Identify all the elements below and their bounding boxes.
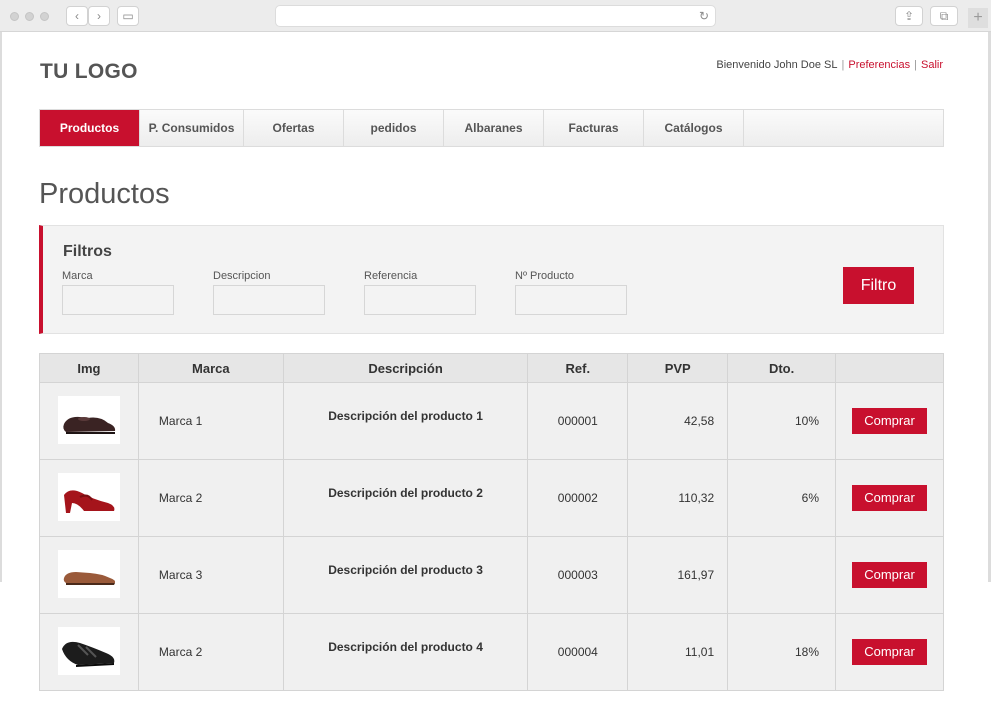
column-header-descripcion: Descripción <box>282 353 529 383</box>
filter-label-numero-producto: Nº Producto <box>515 270 575 282</box>
buy-button[interactable]: Comprar <box>852 408 927 434</box>
brown-oxford-shoe-image <box>63 571 116 585</box>
product-thumbnail-shoe-1[interactable] <box>57 395 120 444</box>
cell-pvp: 42,58 <box>627 382 729 460</box>
cell-ref: 000003 <box>527 536 629 614</box>
buy-button[interactable]: Comprar <box>852 562 927 588</box>
nav-item-p-consumidos[interactable]: P. Consumidos <box>140 110 244 146</box>
cell-ref: 000001 <box>527 382 629 460</box>
column-header-dto: Dto. <box>727 353 837 383</box>
main-nav: Productos P. Consumidos Ofertas pedidos … <box>39 109 944 147</box>
buy-button[interactable]: Comprar <box>852 639 927 665</box>
product-thumbnail-shoe-3[interactable] <box>57 549 120 598</box>
cell-dto: 10% <box>727 382 837 460</box>
nav-item-catalogos[interactable]: Catálogos <box>644 110 744 146</box>
column-header-img: Img <box>39 353 139 383</box>
cell-pvp: 11,01 <box>627 613 729 691</box>
cell-marca: Marca 2 <box>137 459 284 537</box>
preferences-link[interactable]: Preferencias <box>848 59 910 71</box>
column-header-marca: Marca <box>137 353 284 383</box>
cell-marca: Marca 2 <box>137 613 284 691</box>
cell-marca: Marca 3 <box>137 536 284 614</box>
cell-ref: 000004 <box>527 613 629 691</box>
filters-title: Filtros <box>63 243 112 260</box>
filter-input-referencia[interactable] <box>364 285 476 315</box>
logout-link[interactable]: Salir <box>921 59 943 71</box>
table-header-row: Img Marca Descripción Ref. PVP Dto. <box>39 353 944 383</box>
table-row: Marca 1 Descripción del producto 1 00000… <box>39 382 944 460</box>
column-header-ref: Ref. <box>527 353 629 383</box>
user-welcome: Bienvenido John Doe SL | Preferencias | Sali… <box>716 59 943 71</box>
nav-item-productos[interactable]: Productos <box>40 110 140 146</box>
window-close-dot[interactable] <box>10 12 19 21</box>
window-minimize-dot[interactable] <box>25 12 34 21</box>
column-header-pvp: PVP <box>627 353 729 383</box>
table-row: Marca 3 Descripción del producto 3 00000… <box>39 536 944 614</box>
product-thumbnail-shoe-4[interactable] <box>57 626 120 675</box>
cell-pvp: 110,32 <box>627 459 729 537</box>
nav-item-facturas[interactable]: Facturas <box>544 110 644 146</box>
sidebar-toggle-icon[interactable]: ▭ <box>117 6 139 26</box>
loafer-shoe-image <box>63 416 116 434</box>
cell-descripcion: Descripción del producto 2 <box>328 486 483 500</box>
product-thumbnail-shoe-2[interactable] <box>57 472 120 521</box>
tabs-overview-icon[interactable]: ⧉ <box>930 6 958 26</box>
cell-marca: Marca 1 <box>137 382 284 460</box>
cell-dto: 18% <box>727 613 837 691</box>
logo[interactable]: TU LOGO <box>40 60 138 84</box>
separator: | <box>841 59 845 71</box>
filter-input-marca[interactable] <box>62 285 174 315</box>
cell-dto: 6% <box>727 459 837 537</box>
filter-input-numero-producto[interactable] <box>515 285 627 315</box>
window-edge-left <box>0 32 2 582</box>
filter-button[interactable]: Filtro <box>843 267 914 304</box>
table-row: Marca 2 Descripción del producto 4 00000… <box>39 613 944 691</box>
browser-toolbar: ‹ › ▭ ↻ ⇪ ⧉ + <box>0 0 991 32</box>
new-tab-icon[interactable]: + <box>968 8 988 28</box>
filter-label-descripcion: Descripcion <box>213 270 271 282</box>
cell-ref: 000002 <box>527 459 629 537</box>
reload-icon[interactable]: ↻ <box>699 9 709 23</box>
products-table: Img Marca Descripción Ref. PVP Dto. Marc… <box>39 353 944 691</box>
separator: | <box>914 59 917 71</box>
column-header-actions <box>835 353 944 383</box>
page-title: Productos <box>39 178 170 210</box>
filter-input-descripcion[interactable] <box>213 285 325 315</box>
share-icon[interactable]: ⇪ <box>895 6 923 26</box>
red-heel-shoe-image <box>63 489 115 513</box>
nav-item-albaranes[interactable]: Albaranes <box>444 110 544 146</box>
filter-label-referencia: Referencia <box>364 270 418 282</box>
table-row: Marca 2 Descripción del producto 2 00000… <box>39 459 944 537</box>
cell-pvp: 161,97 <box>627 536 729 614</box>
cell-descripcion: Descripción del producto 1 <box>328 409 483 423</box>
welcome-text: Bienvenido John Doe SL <box>716 59 838 71</box>
buy-button[interactable]: Comprar <box>852 485 927 511</box>
address-bar[interactable]: ↻ <box>275 5 716 27</box>
filters-panel: Filtros Marca Descripcion Referencia Nº … <box>39 225 944 334</box>
forward-icon[interactable]: › <box>88 6 110 26</box>
filter-label-marca: Marca <box>62 270 93 282</box>
nav-item-pedidos[interactable]: pedidos <box>344 110 444 146</box>
black-strap-shoe-image <box>61 641 115 667</box>
cell-descripcion: Descripción del producto 4 <box>328 640 483 654</box>
cell-descripcion: Descripción del producto 3 <box>328 563 483 577</box>
back-icon[interactable]: ‹ <box>66 6 88 26</box>
window-zoom-dot[interactable] <box>40 12 49 21</box>
nav-item-ofertas[interactable]: Ofertas <box>244 110 344 146</box>
cell-dto <box>727 536 837 614</box>
